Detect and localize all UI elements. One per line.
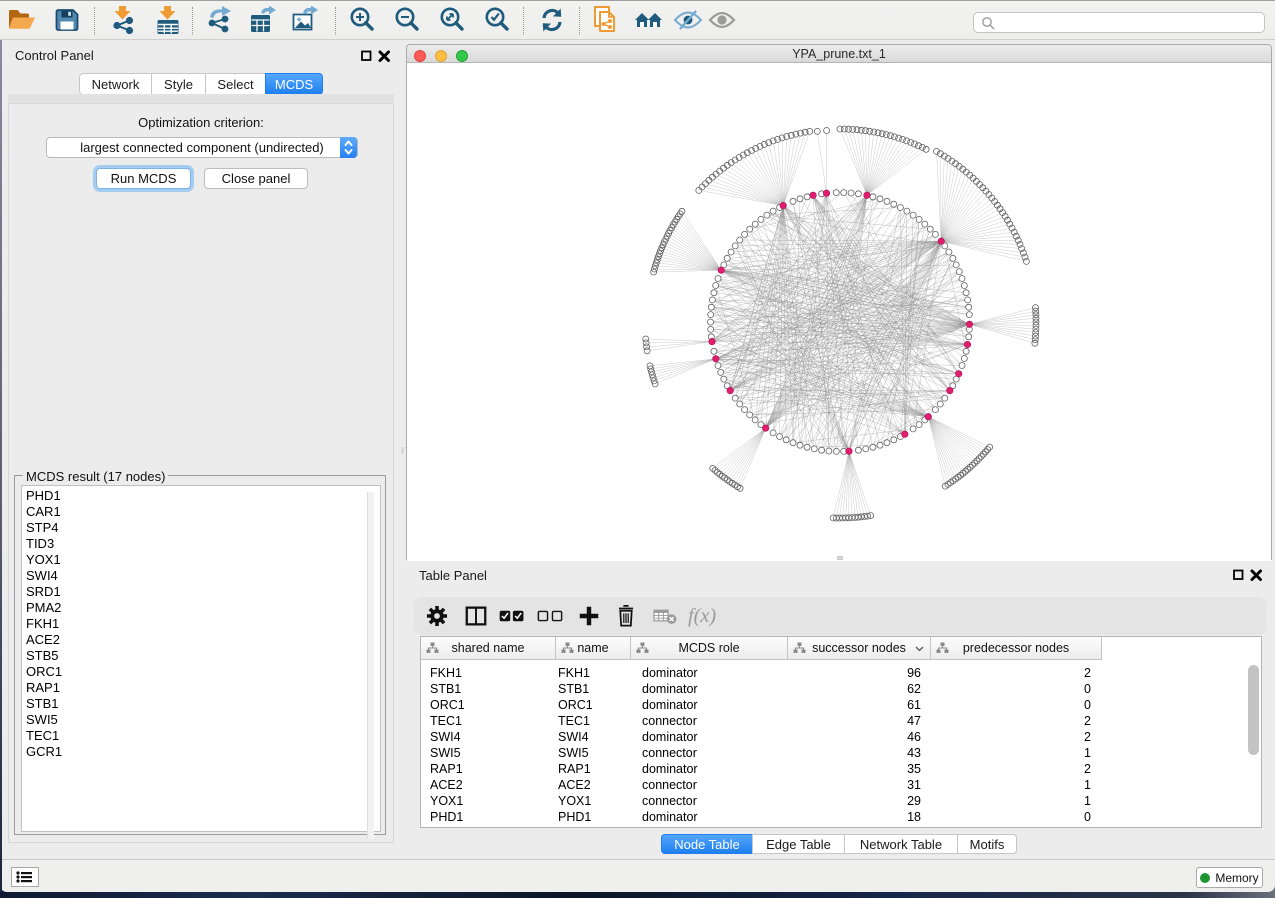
svg-text:f(x): f(x) [688,605,716,627]
